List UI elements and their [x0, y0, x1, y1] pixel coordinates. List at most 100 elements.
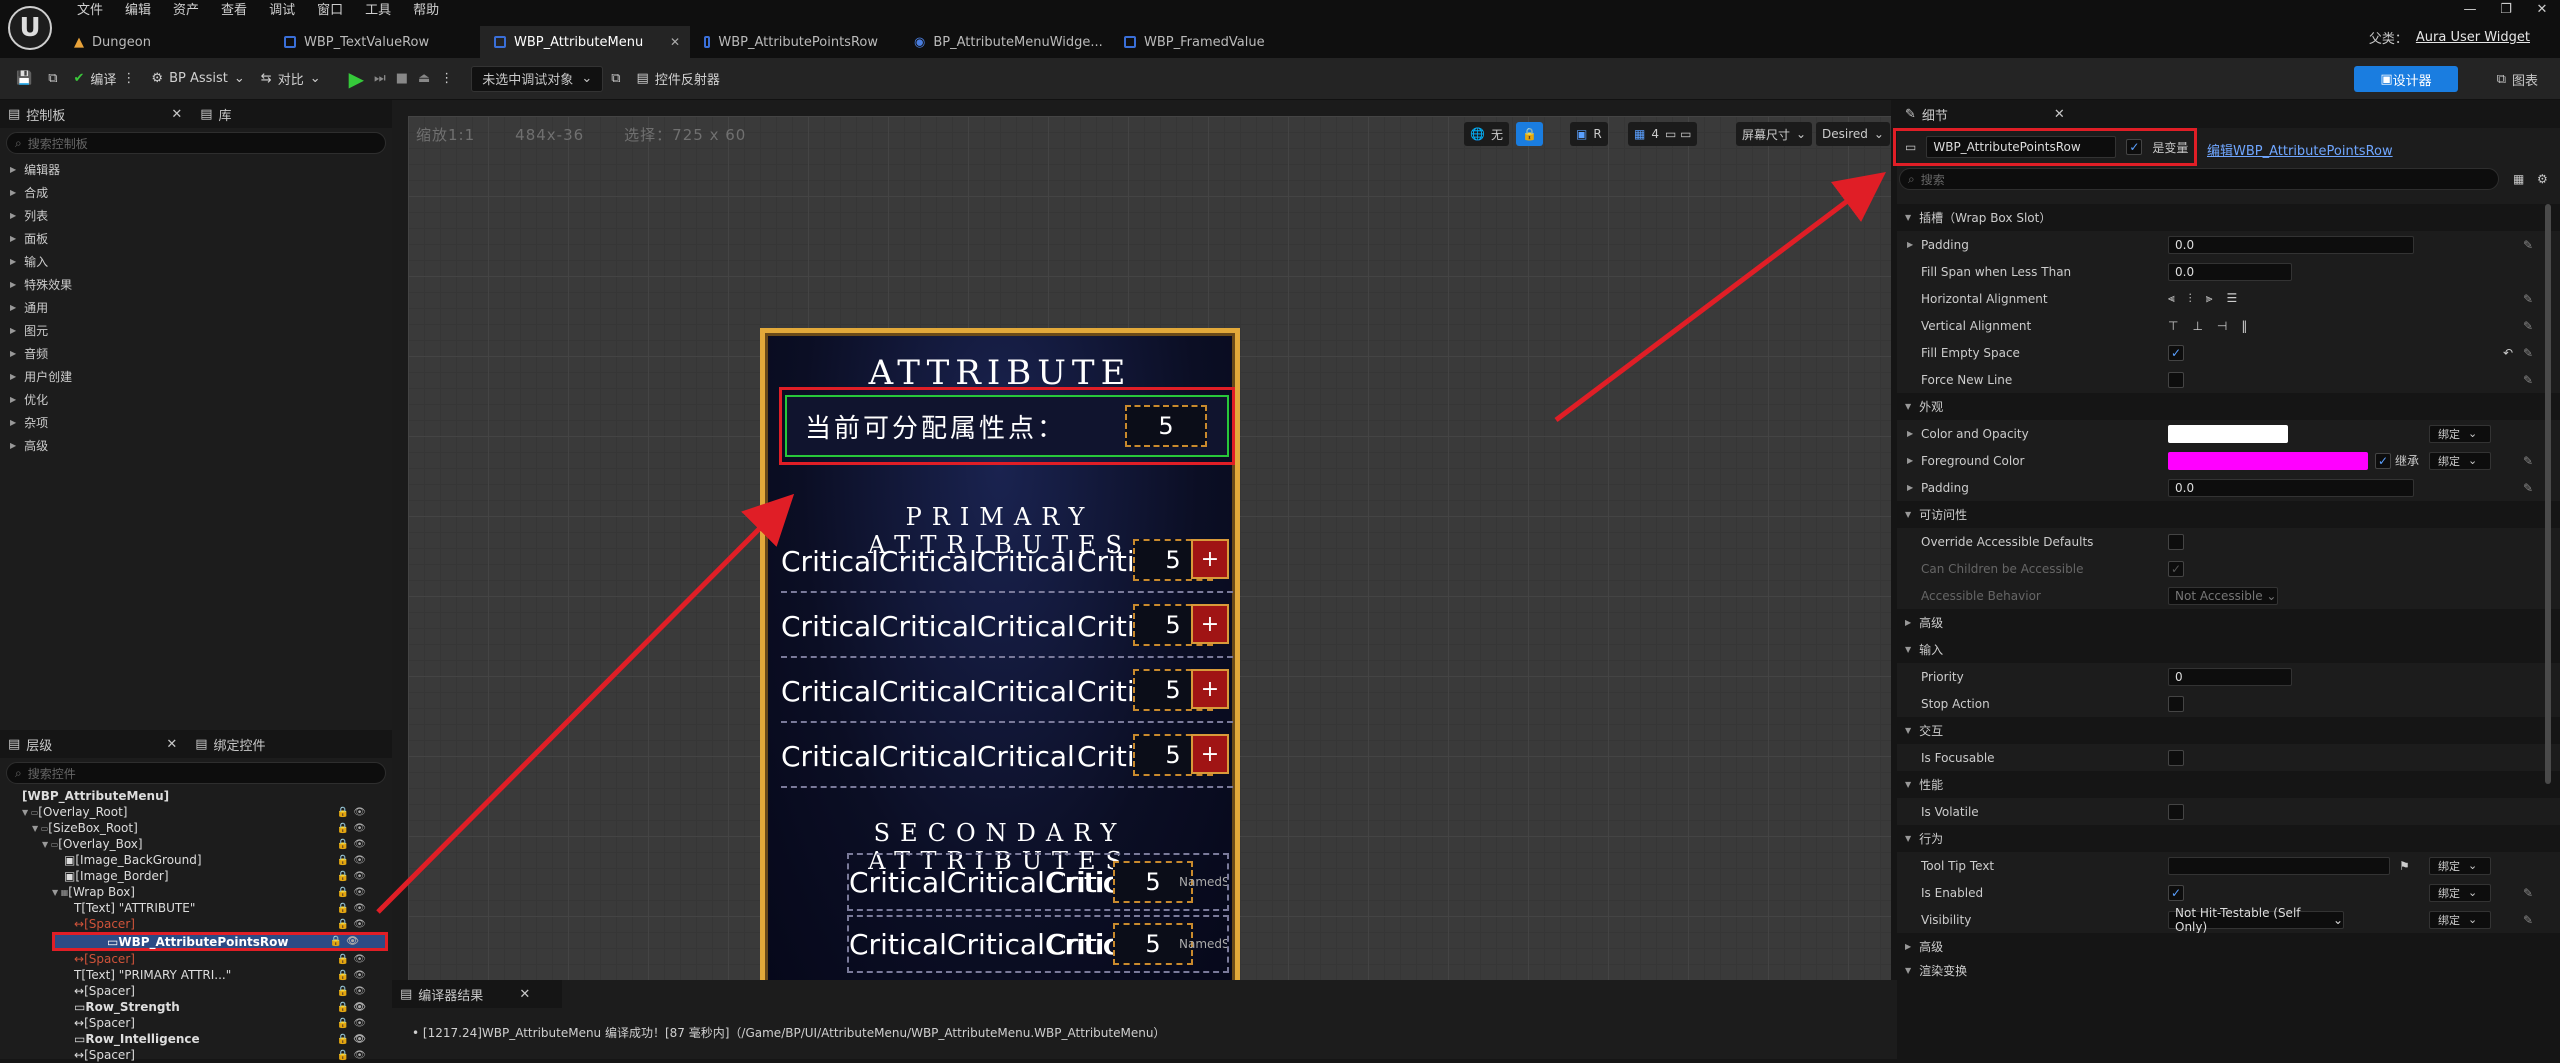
section-slot[interactable]: ▼ 插槽（Wrap Box Slot）	[1897, 204, 2560, 231]
keyframe-icon[interactable]: ✎	[2523, 481, 2533, 495]
tab-details[interactable]: 细节	[1922, 105, 1948, 124]
priority-input[interactable]: 0	[2168, 667, 2292, 686]
graph-button[interactable]: ⧉ 图表	[2497, 66, 2538, 92]
h-align-buttons[interactable]: ⫷⫶⫸☰	[2168, 291, 2251, 306]
tab-wbp-textvaluerow[interactable]: WBP_TextValueRow	[270, 26, 480, 58]
is-enabled-checkbox[interactable]: ✓	[2168, 884, 2184, 901]
lock-eye-icons[interactable]: 🔒👁	[337, 986, 370, 997]
inherit-toggle[interactable]: ✓ 继承	[2375, 452, 2419, 469]
palette-category[interactable]: ▶ 通用	[0, 296, 392, 319]
palette-category[interactable]: ▶ 用户创建	[0, 365, 392, 388]
bind-dropdown[interactable]: 绑定 ⌄	[2429, 910, 2491, 929]
palette-category[interactable]: ▶ 音频	[0, 342, 392, 365]
menu-view[interactable]: 查看	[210, 0, 258, 22]
is-volatile-checkbox[interactable]	[2168, 803, 2184, 820]
menu-edit[interactable]: 编辑	[114, 0, 162, 22]
edit-widget-link[interactable]: 编辑WBP_AttributePointsRow	[2207, 140, 2393, 159]
tree-item[interactable]: ▼ ▦ [Wrap Box] 🔒👁	[0, 884, 392, 900]
padding-input[interactable]: 0.0	[2168, 235, 2414, 254]
bind-dropdown[interactable]: 绑定 ⌄	[2429, 424, 2491, 443]
section-advanced2[interactable]: ▶ 高级	[1897, 933, 2560, 960]
palette-category[interactable]: ▶ 输入	[0, 250, 392, 273]
v-align-buttons[interactable]: ⊤⊥⊣‖	[2168, 319, 2261, 333]
tab-wbp-attributemenu[interactable]: WBP_AttributeMenu ✕	[480, 26, 690, 58]
stop-action-checkbox[interactable]	[2168, 695, 2184, 712]
tab-dungeon[interactable]: ▲ Dungeon	[60, 26, 270, 58]
designer-button[interactable]: ▣ 设计器	[2354, 66, 2458, 92]
menu-debug[interactable]: 调试	[258, 0, 306, 22]
compile-button[interactable]: ✔ 编译 ⋮	[65, 65, 143, 93]
menu-help[interactable]: 帮助	[402, 0, 450, 22]
palette-search-input[interactable]: ⌕ 搜索控制板	[6, 132, 386, 154]
eject-icon[interactable]: ⏏	[418, 71, 430, 86]
bind-dropdown[interactable]: 绑定 ⌄	[2429, 883, 2491, 902]
fill-mode-dropdown[interactable]: Desired ⌄	[1816, 122, 1890, 146]
unreal-logo-icon[interactable]: U	[8, 6, 52, 50]
section-input[interactable]: ▼ 输入	[1897, 636, 2560, 663]
expand-icon[interactable]: ▶	[1907, 456, 1913, 465]
menu-file[interactable]: 文件	[66, 0, 114, 22]
tab-wbp-framedvalue[interactable]: WBP_FramedValue	[1110, 26, 1320, 58]
color-swatch-magenta[interactable]	[2168, 451, 2368, 470]
flag-icon[interactable]: ⚑	[2399, 859, 2410, 873]
override-acc-checkbox[interactable]	[2168, 533, 2184, 550]
close-icon[interactable]: ✕	[519, 987, 530, 1002]
respect-locks-toggle[interactable]: ▣ R	[1570, 122, 1608, 146]
close-icon[interactable]: ✕	[171, 107, 182, 122]
compiler-results-tab[interactable]: ▤ 编译器结果 ✕	[392, 980, 562, 1008]
tab-library[interactable]: 库	[219, 105, 232, 124]
hierarchy-search-input[interactable]: ⌕ 搜索控件	[6, 762, 386, 784]
tooltip-input[interactable]	[2168, 856, 2390, 875]
inherit-checkbox[interactable]: ✓	[2375, 452, 2391, 469]
add-point-button[interactable]: +	[1191, 669, 1229, 709]
add-point-button[interactable]: +	[1191, 734, 1229, 774]
reset-icon[interactable]: ↶	[2503, 346, 2513, 360]
lock-eye-icons[interactable]: 🔒👁	[337, 903, 370, 914]
is-variable-checkbox[interactable]: ✓	[2126, 139, 2143, 155]
section-performance[interactable]: ▼ 性能	[1897, 771, 2560, 798]
menu-tools[interactable]: 工具	[354, 0, 402, 22]
details-scrollbar[interactable]	[2545, 204, 2551, 784]
lock-eye-icons[interactable]: 🔒👁	[337, 823, 370, 834]
palette-category[interactable]: ▶ 特殊效果	[0, 273, 392, 296]
tab-hierarchy[interactable]: 层级	[26, 735, 52, 754]
tree-item[interactable]: ▼ ▭ [Overlay_Box] 🔒👁	[0, 836, 392, 852]
lock-eye-icons[interactable]: 🔒👁	[337, 954, 370, 965]
lock-eye-icons[interactable]: 🔒👁	[337, 919, 370, 930]
lock-eye-icons[interactable]: 🔒👁	[330, 936, 363, 947]
palette-category[interactable]: ▶ 合成	[0, 181, 392, 204]
tab-wbp-attributepointsrow[interactable]: WBP_AttributePointsRow	[690, 26, 900, 58]
lock-eye-icons[interactable]: 🔒👁	[337, 1034, 370, 1045]
lock-eye-icons[interactable]: 🔒👁	[337, 1018, 370, 1029]
palette-category[interactable]: ▶ 杂项	[0, 411, 392, 434]
section-advanced[interactable]: ▶ 高级	[1897, 609, 2560, 636]
palette-category[interactable]: ▶ 编辑器	[0, 158, 392, 181]
lock-eye-icons[interactable]: 🔒👁	[337, 970, 370, 981]
browse-icon[interactable]: ⧉	[40, 65, 65, 93]
keyframe-icon[interactable]: ✎	[2523, 292, 2533, 306]
tree-item[interactable]: ▣ [Image_BackGround] 🔒👁	[0, 852, 392, 868]
keyframe-icon[interactable]: ✎	[2523, 454, 2533, 468]
section-accessibility[interactable]: ▼ 可访问性	[1897, 501, 2560, 528]
more-icon[interactable]: ⋮	[440, 71, 453, 86]
palette-category[interactable]: ▶ 图元	[0, 319, 392, 342]
color-swatch-white[interactable]	[2168, 424, 2288, 443]
add-point-button[interactable]: +	[1191, 604, 1229, 644]
lock-eye-icons[interactable]: 🔒👁	[337, 839, 370, 850]
keyframe-icon[interactable]: ✎	[2523, 319, 2533, 333]
tab-bp-attributemenuwidget[interactable]: ◉ BP_AttributeMenuWidge...	[900, 26, 1110, 58]
expand-icon[interactable]: ▶	[1907, 240, 1913, 249]
tree-item[interactable]: ↔ [Spacer] 🔒👁	[0, 916, 392, 932]
bp-assist-button[interactable]: ⚙ BP Assist ⌄	[143, 65, 252, 93]
attribute-menu-widget[interactable]: ATTRIBUTE 当前可分配属性点： 5 PRIMARY ATTRIBUTES…	[760, 328, 1240, 980]
visibility-dropdown[interactable]: Not Hit-Testable (Self Only) ⌄	[2168, 906, 2344, 934]
tab-palette[interactable]: 控制板	[26, 105, 65, 124]
tree-item[interactable]: [WBP_AttributeMenu]	[0, 788, 392, 804]
menu-window[interactable]: 窗口	[306, 0, 354, 22]
details-search-input[interactable]: ⌕ 搜索	[1899, 168, 2499, 190]
lock-eye-icons[interactable]: 🔒👁	[337, 1002, 370, 1013]
close-window-icon[interactable]: ✕	[2524, 2, 2560, 17]
screen-size-dropdown[interactable]: 屏幕尺寸 ⌄	[1736, 122, 1813, 146]
parent-class-link[interactable]: Aura User Widget	[2416, 30, 2530, 45]
tab-bind-widgets[interactable]: 绑定控件	[214, 735, 266, 754]
